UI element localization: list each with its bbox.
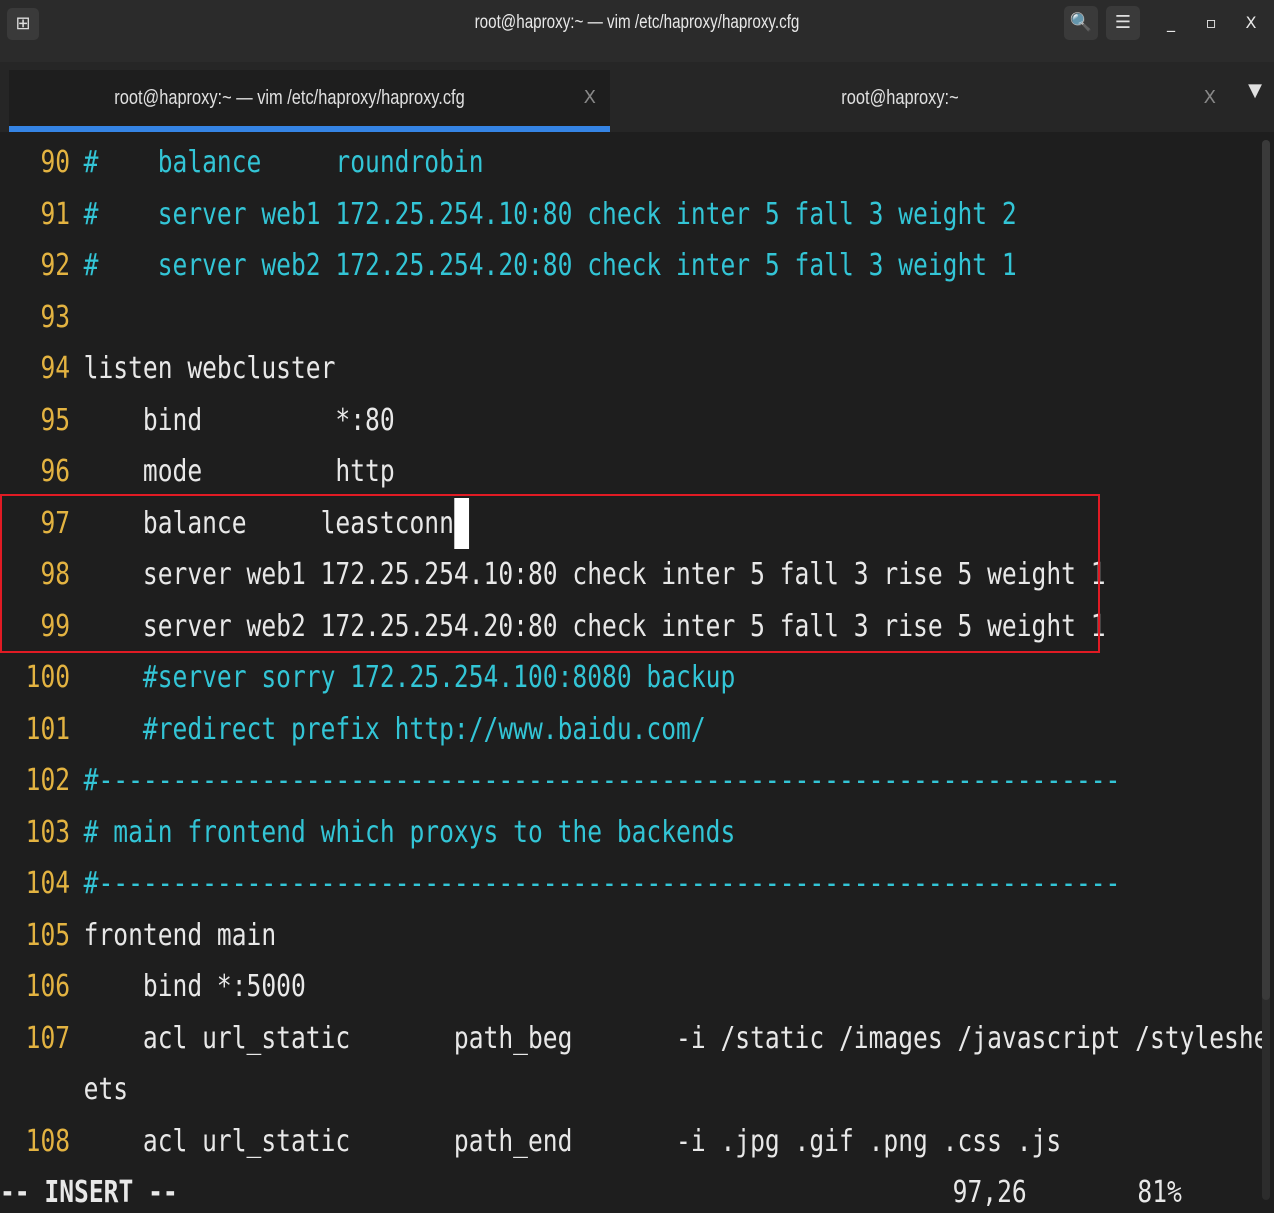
mode-indicator: -- INSERT -- bbox=[0, 1175, 178, 1210]
title-bar: ⊞ root@haproxy:~ — vim /etc/haproxy/hapr… bbox=[0, 0, 1274, 63]
search-icon[interactable]: 🔍 bbox=[1064, 6, 1098, 40]
tab-close-icon[interactable]: X bbox=[1204, 70, 1216, 126]
scrollbar-thumb[interactable] bbox=[1262, 140, 1270, 1000]
code-line: 101 #redirect prefix http://www.baidu.co… bbox=[25, 711, 706, 747]
cursor-position: 97,26 bbox=[952, 1175, 1027, 1210]
code-line: 103 # main frontend which proxys to the b… bbox=[25, 814, 736, 850]
tab-label: root@haproxy:~ bbox=[841, 87, 959, 109]
text-cursor bbox=[453, 497, 469, 549]
tab-vim[interactable]: root@haproxy:~ — vim /etc/haproxy/haprox… bbox=[9, 70, 610, 132]
code-line-wrap: ets bbox=[83, 1072, 129, 1107]
code-line: 94 listen webcluster bbox=[40, 351, 336, 386]
code-line: 104 #------------------------------------… bbox=[25, 866, 1121, 901]
vim-editor[interactable]: 90 # balance roundrobin 91 # server web1 1… bbox=[0, 137, 1262, 1213]
tab-menu-icon[interactable]: ▼ bbox=[1248, 80, 1262, 101]
code-line: 99 server web2 172.25.254.20:80 check in… bbox=[40, 608, 1106, 644]
code-line: 102 #------------------------------------… bbox=[25, 763, 1121, 798]
code-line: 105 frontend main bbox=[25, 917, 277, 953]
code-line: 93 bbox=[40, 299, 71, 335]
code-line: 106 bind *:5000 bbox=[25, 969, 306, 1004]
tab-label: root@haproxy:~ — vim /etc/haproxy/haprox… bbox=[114, 87, 465, 109]
minimize-icon[interactable]: _ bbox=[1156, 8, 1186, 38]
menu-icon[interactable]: ☰ bbox=[1106, 6, 1140, 40]
status-line: -- INSERT -- 97,26 81% bbox=[0, 1167, 1182, 1213]
new-tab-icon[interactable]: ⊞ bbox=[7, 8, 39, 40]
scrollbar[interactable] bbox=[1262, 140, 1270, 1200]
maximize-icon[interactable]: ▫ bbox=[1196, 8, 1226, 38]
window-title: root@haproxy:~ — vim /etc/haproxy/haprox… bbox=[474, 12, 800, 33]
code-line: 107 acl url_static path_beg -i /static /… bbox=[25, 1020, 1262, 1056]
code-line: 91 # server web1 172.25.254.10:80 check i… bbox=[40, 196, 1017, 232]
tab-shell[interactable]: root@haproxy:~ X bbox=[610, 70, 1230, 132]
code-line: 97 balance leastconn bbox=[0, 497, 1035, 549]
code-line: 98 server web1 172.25.254.10:80 check in… bbox=[40, 557, 1106, 592]
code-line: 90 # balance roundrobin bbox=[40, 145, 484, 180]
tab-close-icon[interactable]: X bbox=[584, 70, 596, 126]
code-line: 108 acl url_static path_end -i .jpg .gif… bbox=[25, 1123, 1062, 1159]
code-line: 100 #server sorry 172.25.254.100:8080 ba… bbox=[25, 660, 736, 695]
code-line: 95 bind *:80 bbox=[40, 402, 395, 438]
code-line: 96 mode http bbox=[40, 454, 395, 489]
tab-bar: root@haproxy:~ — vim /etc/haproxy/haprox… bbox=[0, 62, 1274, 132]
scroll-percent: 81% bbox=[1137, 1175, 1182, 1210]
code-line: 92 # server web2 172.25.254.20:80 check i… bbox=[40, 248, 1017, 283]
close-icon[interactable]: X bbox=[1236, 8, 1266, 38]
